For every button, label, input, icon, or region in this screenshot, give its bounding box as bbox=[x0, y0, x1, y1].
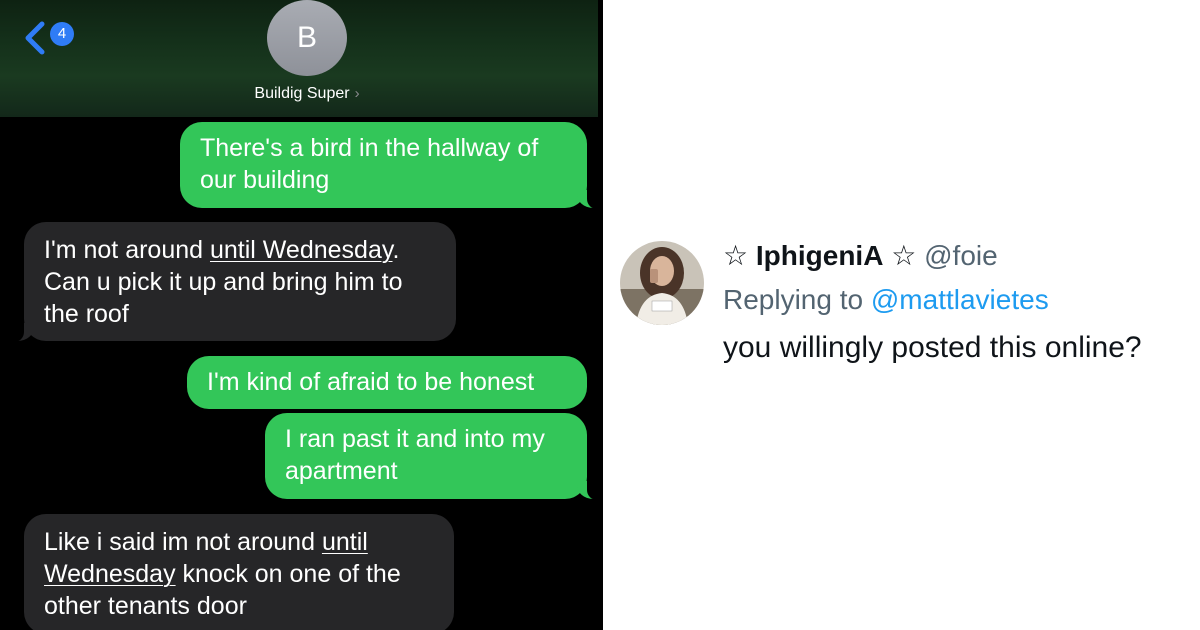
sent-message-bubble[interactable]: There's a bird in the hallway of our bui… bbox=[180, 122, 601, 209]
replying-prefix: Replying to bbox=[723, 284, 871, 315]
back-button[interactable]: 4 bbox=[22, 18, 82, 58]
tweet-reply: ☆ IphigeniA ☆ @foie Replying to @mattlav… bbox=[603, 0, 1200, 630]
replying-to-handle-link[interactable]: @mattlavietes bbox=[871, 284, 1049, 315]
chat-screenshot: 4 B Buildig Super › There's a bird in the… bbox=[0, 0, 603, 630]
user-avatar[interactable] bbox=[620, 241, 704, 325]
reply-author[interactable]: ☆ IphigeniA ☆ @foie bbox=[723, 238, 998, 274]
message-line: other tenants door bbox=[44, 592, 247, 620]
message-line: our building bbox=[200, 166, 330, 194]
contact-avatar[interactable]: B bbox=[267, 0, 347, 76]
message-text: Like i said im not around bbox=[44, 528, 322, 556]
sent-message-bubble[interactable]: I ran past it and into my apartment bbox=[265, 413, 601, 500]
contact-name-button[interactable]: Buildig Super › bbox=[210, 84, 404, 104]
message-text: knock on one of the bbox=[175, 560, 401, 588]
message-line: apartment bbox=[285, 457, 398, 485]
user-handle[interactable]: @foie bbox=[924, 240, 998, 271]
display-name[interactable]: IphigeniA bbox=[756, 240, 884, 271]
received-message-bubble[interactable]: Like i said im not around until Wednesda… bbox=[24, 514, 454, 630]
message-line: the roof bbox=[44, 300, 129, 328]
chevron-left-icon bbox=[25, 21, 45, 55]
star-icon: ☆ bbox=[723, 240, 749, 271]
message-line: I ran past it and into my bbox=[285, 425, 545, 453]
star-icon: ☆ bbox=[891, 240, 917, 271]
replying-to: Replying to @mattlavietes bbox=[723, 282, 1049, 318]
message-line: Like i said im not around until bbox=[44, 526, 434, 558]
sent-message-bubble[interactable]: I'm kind of afraid to be honest bbox=[187, 356, 587, 409]
message-text: I'm not around bbox=[44, 236, 210, 264]
message-line: Can u pick it up and bring him to bbox=[44, 268, 403, 296]
contact-name: Buildig Super bbox=[254, 85, 350, 102]
date-link[interactable]: Wednesday bbox=[44, 560, 176, 588]
message-text: . bbox=[392, 236, 400, 264]
message-line: I'm kind of afraid to be honest bbox=[207, 368, 535, 396]
received-message-bubble[interactable]: I'm not around until Wednesday. Can u pi… bbox=[10, 222, 456, 342]
chat-header: 4 B Buildig Super › bbox=[0, 0, 598, 117]
reply-text: you willingly posted this online? bbox=[723, 331, 1142, 364]
message-line: Wednesday knock on one of the bbox=[44, 558, 434, 590]
unread-count-badge: 4 bbox=[50, 22, 74, 46]
avatar-photo bbox=[620, 241, 704, 325]
message-line: There's a bird in the hallway of bbox=[200, 134, 539, 162]
message-line: I'm not around until Wednesday. bbox=[44, 234, 436, 266]
chevron-right-icon: › bbox=[354, 85, 360, 102]
date-link[interactable]: until bbox=[322, 528, 368, 556]
date-link[interactable]: until Wednesday bbox=[210, 236, 393, 264]
